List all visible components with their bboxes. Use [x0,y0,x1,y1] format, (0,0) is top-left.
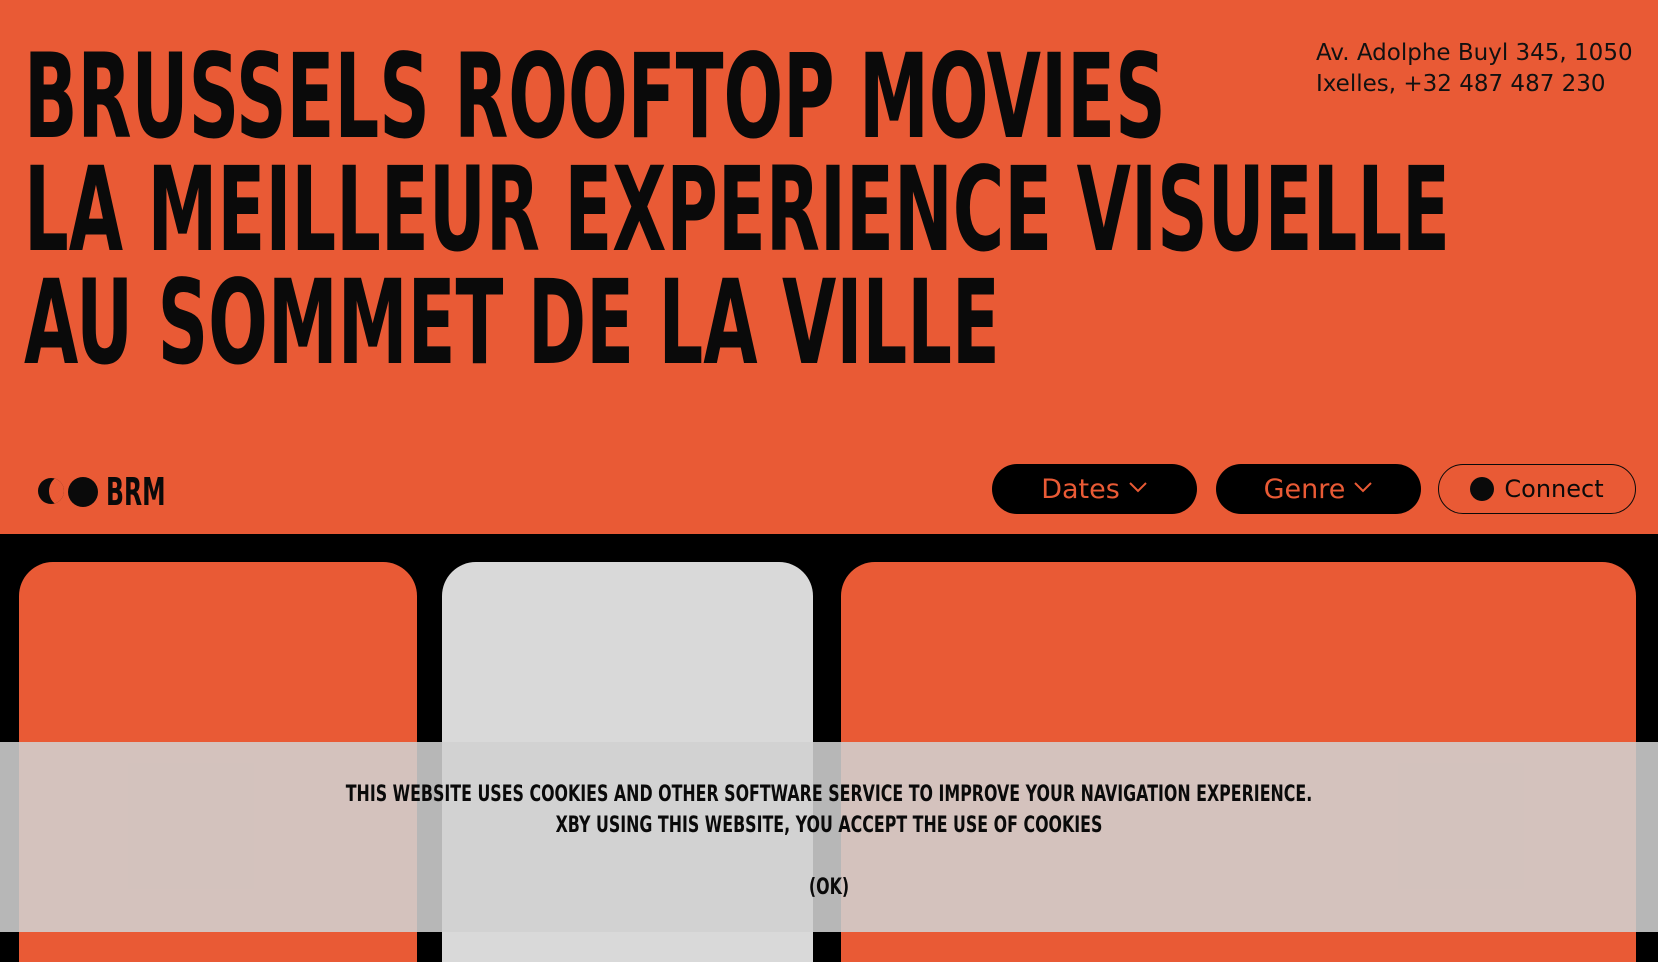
connect-label: Connect [1504,475,1604,503]
headline-line-3: AU SOMMET DE LA VILLE [24,254,1000,391]
dates-label: Dates [1041,473,1120,505]
chevron-down-icon [1354,482,1373,493]
chevron-down-icon [1129,482,1147,493]
cookie-line-2: XBY USING THIS WEBSITE, YOU ACCEPT THE U… [555,813,1103,838]
cookie-ok-button[interactable]: (OK) [232,874,1426,902]
hero-section: BRUSSELS ROOFTOP MOVIES LA MEILLEUR EXPE… [0,0,1658,534]
address-line-1: Av. Adolphe Buyl 345, 1050 [1316,40,1633,66]
cookie-message: THIS WEBSITE USES COOKIES AND OTHER SOFT… [0,779,1658,841]
cookie-banner: THIS WEBSITE USES COOKIES AND OTHER SOFT… [0,742,1658,932]
full-moon-icon [68,477,98,507]
dot-icon [1470,477,1495,501]
headline-line-2: LA MEILLEUR EXPERIENCE VISUELLE [24,141,1451,278]
address-line-2: Ixelles, +32 487 487 230 [1316,71,1606,97]
cookie-line-1: THIS WEBSITE USES COOKIES AND OTHER SOFT… [345,782,1313,807]
connect-button[interactable]: Connect [1438,464,1636,514]
dates-dropdown-button[interactable]: Dates [992,464,1197,514]
logo-text: BRM [106,470,166,514]
crescent-moon-icon [38,478,64,504]
headline-line-1: BRUSSELS ROOFTOP MOVIES [24,28,1166,165]
brm-logo[interactable]: BRM [38,470,178,514]
genre-dropdown-button[interactable]: Genre [1216,464,1421,514]
genre-label: Genre [1263,473,1346,505]
address-block: Av. Adolphe Buyl 345, 1050 Ixelles, +32 … [1316,38,1646,100]
page-title: BRUSSELS ROOFTOP MOVIES LA MEILLEUR EXPE… [24,28,1451,391]
